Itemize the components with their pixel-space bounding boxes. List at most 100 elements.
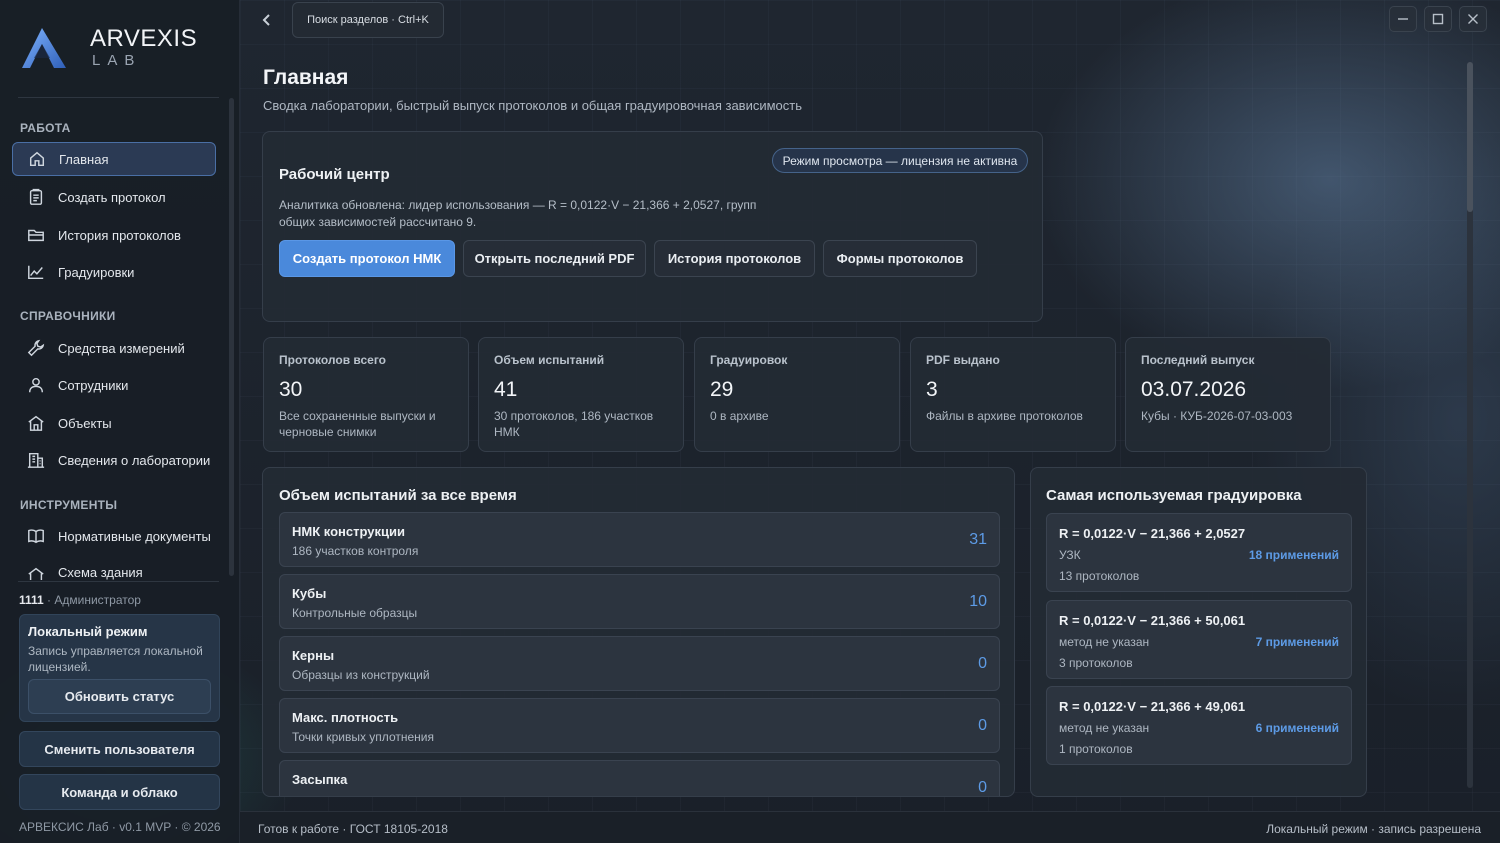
sidebar-divider — [18, 581, 219, 582]
wrench-icon — [26, 338, 46, 358]
page-title: Главная — [263, 66, 349, 89]
stat-value: 29 — [710, 378, 734, 401]
maximize-icon — [1432, 13, 1444, 25]
sidebar-item-objects[interactable]: Объекты — [12, 406, 216, 440]
user-id: 1111 — [19, 593, 44, 607]
list-item[interactable]: Керны Образцы из конструкций 0 — [279, 636, 1000, 691]
book-icon — [26, 526, 46, 546]
stat-card-test-volume: Объем испытаний 41 30 протоколов, 186 уч… — [478, 337, 684, 452]
brand-logo: ARVEXIS LAB — [22, 26, 197, 70]
sidebar-item-building-scheme[interactable]: Схема здания — [12, 556, 216, 580]
sidebar-item-label: Градуировки — [58, 264, 135, 280]
sidebar-section-tools: ИНСТРУМЕНТЫ — [20, 498, 118, 512]
stat-value: 3 — [926, 378, 938, 401]
sidebar-item-create-protocol[interactable]: Создать протокол — [12, 180, 216, 214]
protocol-forms-button[interactable]: Формы протоколов — [823, 240, 977, 277]
stat-sub: 0 в архиве — [710, 409, 769, 423]
calibration-uses: 6 применений — [1255, 721, 1339, 735]
sidebar-item-label: Сотрудники — [58, 377, 129, 393]
calibration-formula: R = 0,0122·V − 21,366 + 2,0527 — [1059, 526, 1246, 541]
switch-user-button[interactable]: Сменить пользователя — [19, 731, 220, 767]
status-bar: Готов к работе · ГОСТ 18105-2018 Локальн… — [240, 811, 1500, 843]
top-calibration-panel: Самая используемая градуировка R = 0,012… — [1030, 467, 1367, 797]
stat-sub: Файлы в архиве протоколов — [926, 409, 1083, 423]
open-last-pdf-button[interactable]: Открыть последний PDF — [463, 240, 646, 277]
calibration-protocols: 3 протоколов — [1059, 656, 1133, 670]
sidebar-item-staff[interactable]: Сотрудники — [12, 368, 216, 402]
volume-name: Керны — [292, 648, 335, 663]
list-item[interactable]: Засыпка 0 — [279, 760, 1000, 796]
volume-name: НМК конструкции — [292, 524, 405, 539]
protocol-history-button[interactable]: История протоколов — [654, 240, 815, 277]
sidebar-item-instruments[interactable]: Средства измерений — [12, 331, 216, 365]
calibration-uses: 7 применений — [1255, 635, 1339, 649]
sidebar-item-home[interactable]: Главная — [12, 142, 216, 176]
list-item[interactable]: R = 0,0122·V − 21,366 + 2,0527 УЗК 13 пр… — [1046, 513, 1352, 592]
calibration-method: УЗК — [1059, 548, 1081, 562]
sidebar-section-work: РАБОТА — [20, 121, 71, 135]
chart-line-icon — [26, 262, 46, 282]
arvexis-logo-icon — [22, 28, 66, 68]
stat-sub: Все сохраненные выпуски и черновые снимк… — [279, 409, 436, 439]
sidebar-scrollbar[interactable] — [229, 98, 234, 576]
calibration-protocols: 1 протоколов — [1059, 742, 1133, 756]
top-calibration-title: Самая используемая градуировка — [1046, 487, 1302, 504]
chevron-left-icon — [262, 14, 270, 26]
refresh-status-button[interactable]: Обновить статус — [28, 679, 211, 714]
user-role: · Администратор — [43, 593, 141, 607]
status-left: Готов к работе · ГОСТ 18105-2018 — [258, 822, 448, 836]
main-scrollbar-thumb[interactable] — [1467, 62, 1473, 212]
house-icon — [26, 565, 46, 580]
list-item[interactable]: Кубы Контрольные образцы 10 — [279, 574, 1000, 629]
stat-card-last-release: Последний выпуск 03.07.2026 Кубы · КУБ-2… — [1125, 337, 1331, 452]
current-user: 1111 · Администратор — [19, 593, 141, 607]
sidebar-item-label: Сведения о лаборатории — [58, 452, 211, 468]
stat-label: PDF выдано — [926, 353, 1000, 367]
close-icon — [1468, 14, 1478, 24]
volume-count: 0 — [978, 779, 987, 796]
create-nmk-protocol-button[interactable]: Создать протокол НМК — [279, 240, 455, 277]
clipboard-icon — [26, 187, 46, 207]
office-icon — [26, 450, 46, 470]
sidebar-item-label: Схема здания — [58, 565, 143, 580]
stat-label: Протоколов всего — [279, 353, 387, 367]
close-button[interactable] — [1459, 6, 1487, 32]
brand-subtitle: LAB — [92, 52, 142, 69]
volume-count: 0 — [978, 717, 987, 734]
list-item[interactable]: R = 0,0122·V − 21,366 + 49,061 метод не … — [1046, 686, 1352, 765]
calibration-protocols: 13 протоколов — [1059, 569, 1140, 583]
maximize-button[interactable] — [1424, 6, 1452, 32]
test-volume-panel: Объем испытаний за все время НМК констру… — [262, 467, 1015, 797]
volume-count: 10 — [969, 593, 987, 610]
list-item[interactable]: Макс. плотность Точки кривых уплотнения … — [279, 698, 1000, 753]
sidebar: ARVEXIS LAB РАБОТА Главная Создать прото… — [0, 0, 240, 843]
volume-desc: Точки кривых уплотнения — [292, 730, 434, 744]
list-item[interactable]: R = 0,0122·V − 21,366 + 50,061 метод не … — [1046, 600, 1352, 679]
team-cloud-button[interactable]: Команда и облако — [19, 774, 220, 810]
calibration-uses: 18 применений — [1248, 548, 1339, 562]
list-item[interactable]: НМК конструкции 186 участков контроля 31 — [279, 512, 1000, 567]
work-center-panel: Рабочий центр Режим просмотра — лицензия… — [262, 131, 1043, 322]
volume-desc: 186 участков контроля — [292, 544, 419, 558]
minimize-button[interactable] — [1389, 6, 1417, 32]
sidebar-item-calibrations[interactable]: Градуировки — [12, 255, 216, 289]
home-icon — [27, 149, 47, 169]
work-center-title: Рабочий центр — [279, 166, 390, 183]
sidebar-item-label: Создать протокол — [58, 189, 166, 205]
search-sections-button[interactable]: Поиск разделов · Ctrl+K — [292, 2, 444, 38]
sidebar-footer: АРВЕКСИС Лаб · v0.1 MVP · © 2026 — [19, 820, 221, 834]
local-mode-desc: Запись управляется локальной лицензией. — [28, 644, 203, 674]
volume-name: Макс. плотность — [292, 710, 399, 725]
volume-count: 31 — [969, 531, 987, 548]
sidebar-item-normative-docs[interactable]: Нормативные документы — [12, 519, 216, 553]
sidebar-item-protocol-history[interactable]: История протоколов — [12, 218, 216, 252]
sidebar-item-label: Объекты — [58, 415, 112, 431]
volume-count: 0 — [978, 655, 987, 672]
user-icon — [26, 375, 46, 395]
test-volume-title: Объем испытаний за все время — [279, 487, 517, 504]
sidebar-item-label: Нормативные документы — [58, 528, 211, 544]
stat-label: Последний выпуск — [1141, 353, 1255, 367]
sidebar-item-lab-info[interactable]: Сведения о лаборатории — [12, 443, 216, 477]
stat-label: Объем испытаний — [494, 353, 605, 367]
back-button[interactable] — [258, 10, 276, 30]
